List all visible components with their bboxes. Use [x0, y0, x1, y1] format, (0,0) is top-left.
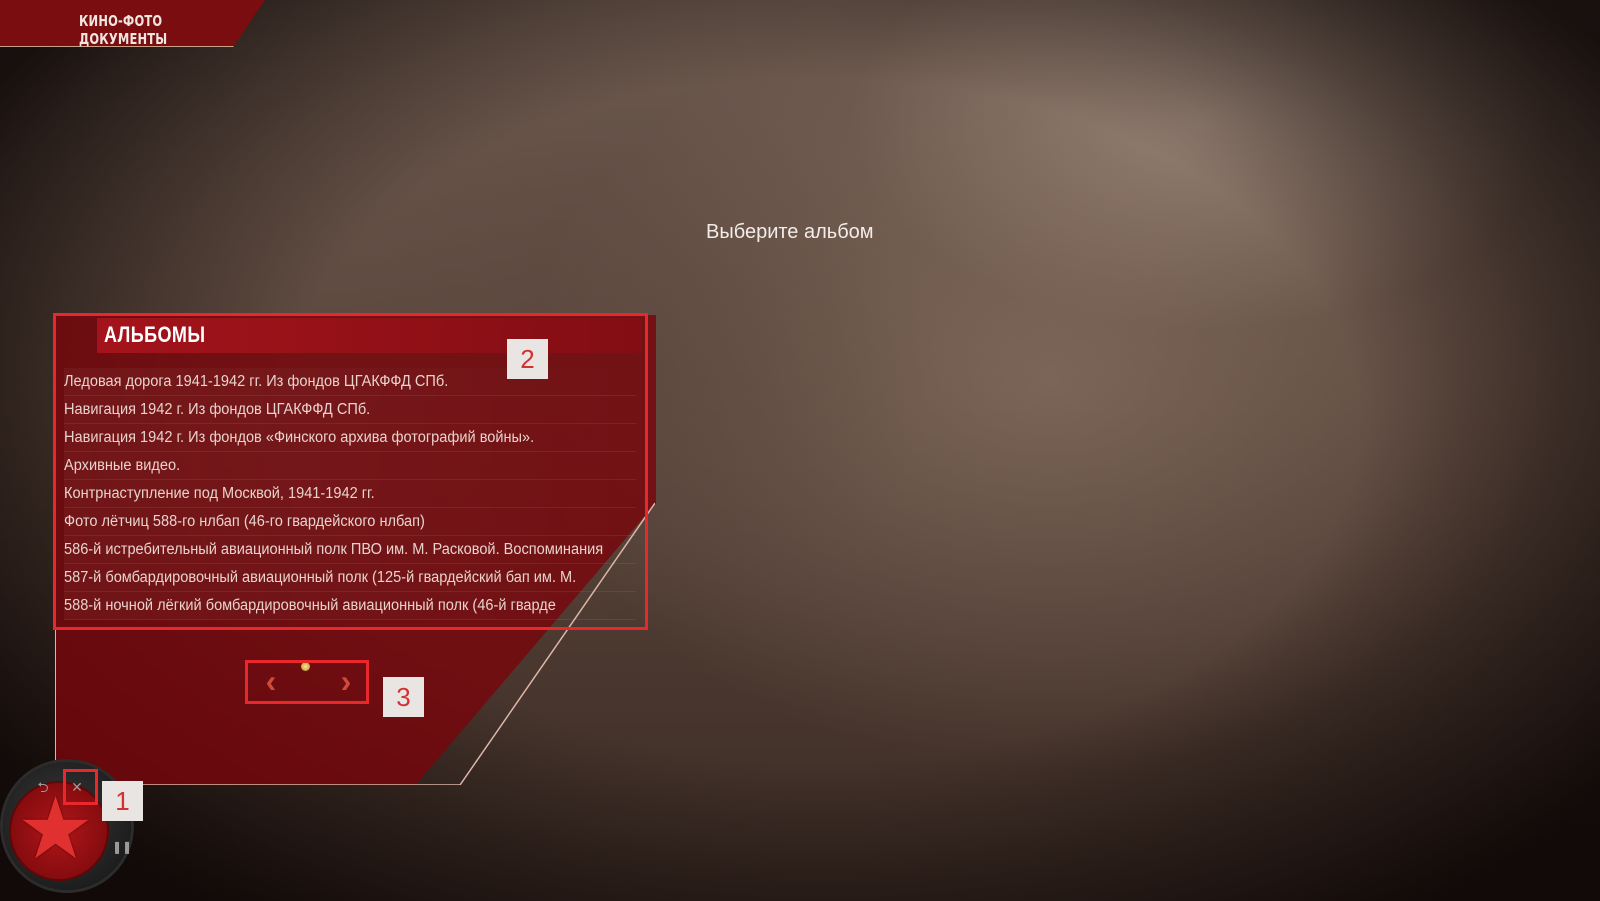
highlight-albums — [53, 313, 648, 630]
select-album-hint: Выберите альбом — [706, 221, 874, 243]
section-title: КИНО-ФОТО ДОКУМЕНТЫ — [79, 12, 168, 48]
annotation-badge-2: 2 — [507, 339, 548, 379]
annotation-badge-3: 3 — [383, 677, 424, 717]
back-icon[interactable]: ⮌ — [34, 777, 52, 801]
section-tab: КИНО-ФОТО ДОКУМЕНТЫ — [0, 0, 265, 47]
highlight-pager — [245, 660, 369, 704]
highlight-close — [63, 769, 98, 805]
pause-icon[interactable]: ❚❚ — [112, 840, 132, 854]
annotation-badge-1: 1 — [102, 781, 143, 821]
